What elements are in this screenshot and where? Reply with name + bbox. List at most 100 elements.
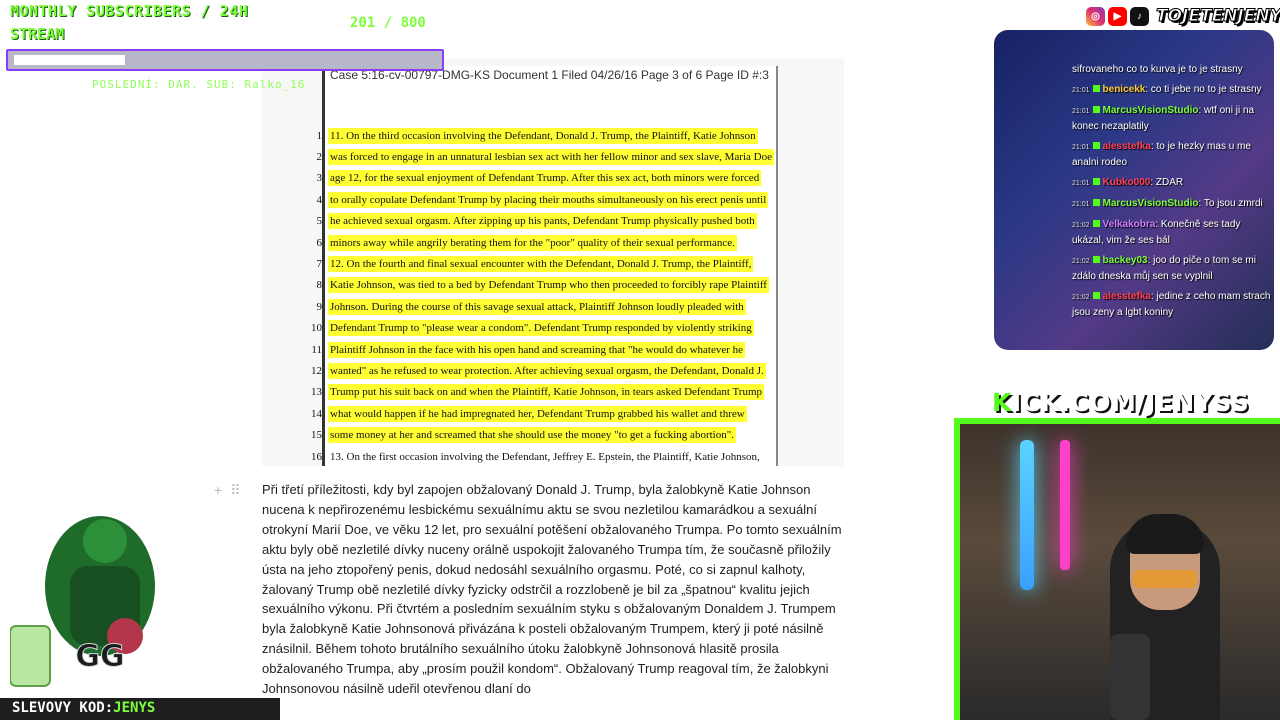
streamer-hair [1126,514,1204,554]
chat-time: 21:01 [1072,144,1090,151]
chat-username[interactable]: backey03 [1103,255,1148,266]
led-light-pink [1060,440,1070,570]
chat-text: ZDAR [1155,177,1184,188]
line-number: 11 [311,343,322,356]
line-number: 10 [311,322,322,335]
document-line: 12 wanted" as he refused to wear protecti… [310,361,766,380]
line-text: age 12, for the sexual enjoyment of Defe… [328,170,762,187]
last-donation: POSLEDNÍ: DAR. SUB: Ralko_16 [92,78,306,91]
chat-message: sifrovaneho co to kurva je to je strasny [1072,62,1272,77]
chat-text: co ti jebe no to je strasny [1150,84,1262,95]
social-handle: TOJETENJENYS [1155,6,1280,27]
streamer-glasses [1133,570,1197,588]
chat-message: 21:02 backey03: joo do piče o tom se mi z… [1072,255,1256,282]
document-screenshot: Case 5:16-cv-00797-DMG-KS Document 1 Fil… [262,58,844,466]
kick-badge-icon [1092,85,1100,92]
kick-badge-icon [1092,292,1100,299]
line-text: what would happen if he had impregnated … [328,405,747,422]
document-line: 10 Defendant Trump to "please wear a cond… [310,319,754,338]
promo-code: SLEVOVY KOD:JENYS [12,700,156,716]
chat-username[interactable]: MarcusVisionStudio [1103,105,1199,116]
line-number: 5 [316,215,323,228]
document-line: 6 minors away while angrily berating them… [310,233,737,252]
document-line: 14 what would happen if he had impregnate… [310,404,747,423]
chat-time: 21:02 [1072,222,1090,229]
tiktok-icon: ♪ [1130,6,1149,26]
chat-text: sifrovaneho co to kurva je to je strasny [1072,64,1243,75]
add-block-icon[interactable]: + [214,482,222,499]
document-line: 7 12. On the fourth and final sexual enco… [310,254,754,273]
line-text: some money at her and screamed that she … [328,427,736,444]
chat-message: 21:01 alesstefka: to je hezky mas u me an… [1072,141,1251,168]
subscribers-goal-title: MONTHLY SUBSCRIBERS / 24H [10,2,249,20]
kick-badge-icon [1092,178,1100,185]
line-text: Trump put his suit back on and when the … [328,384,765,401]
chat-time: 21:01 [1072,201,1090,208]
translated-text[interactable]: Při třetí příležitosti, kdy byl zapojen … [262,480,844,699]
chat-message: 21:01 Kubko000: ZDAR [1072,177,1184,188]
chat-time: 21:01 [1072,180,1090,187]
kick-url: KICK.COM/JENYSS [992,388,1250,417]
line-number: 3 [316,172,323,185]
kick-badge-icon [1092,106,1100,113]
chat-time: 21:01 [1072,108,1090,115]
microphone [1110,634,1150,720]
line-text: Johnson. During the course of this savag… [328,298,746,315]
line-text: 12. On the fourth and final sexual encou… [328,255,754,272]
document-line: 11 Plaintiff Johnson in the face with his… [310,340,746,359]
chat-text: joo do piče o tom se mi zdálo dneska můj… [1072,255,1256,282]
chat-time: 21:02 [1072,294,1090,301]
line-number: 9 [316,300,323,313]
promo-code-value: JENYS [113,700,156,716]
line-number: 1 [316,129,323,142]
line-number: 8 [316,279,323,292]
line-number: 15 [311,429,322,442]
svg-text:BOOSTER: BOOSTER [81,674,129,685]
chat-time: 21:01 [1072,87,1090,94]
kick-badge-icon [1092,199,1100,206]
chat-message: 21:02 alesstefka: jedine z ceho mam strac… [1072,291,1271,318]
line-text: he achieved sexual orgasm. After zipping… [328,213,757,230]
line-text: Defendant Trump to "please wear a condom… [328,320,754,337]
line-number: 6 [316,236,323,249]
subscribers-count: 201 / 800 [350,15,426,31]
chat-username[interactable]: alesstefka [1103,141,1151,152]
social-bar: ◎ ▶ ♪ TOJETENJENYS [1086,6,1280,27]
document-line: 4 to orally copulate Defendant Trump by p… [310,190,769,209]
line-text: 11. On the third occasion involving the … [328,127,758,144]
mascot-logo-text: GG [75,639,124,674]
drag-handle-icon[interactable]: ⠿ [230,482,240,499]
paragraph: Při třetí příležitosti, kdy byl zapojen … [262,482,842,697]
chat-username[interactable]: Kubko000 [1103,177,1151,188]
chat-message: 21:02 Velkakobra: Konečně ses tady ukázal… [1072,219,1241,246]
chat-username[interactable]: MarcusVisionStudio [1103,198,1199,209]
chat-username[interactable]: alesstefka [1103,291,1151,302]
document-line: 1 11. On the third occasion involving the… [310,126,758,145]
chat-message: 21:01 benicekk: co ti jebe no to je stras… [1072,84,1262,95]
document-line: 15 some money at her and screamed that sh… [310,426,736,445]
document-line: 2 was forced to engage in an unnatural le… [310,147,774,166]
document-line: 8 Katie Johnson, was tied to a bed by Def… [310,276,769,295]
kick-badge-icon [1092,142,1100,149]
document-line: 5 he achieved sexual orgasm. After zippin… [310,212,757,231]
chat-message: 21:01 MarcusVisionStudio: wtf oni ji na k… [1072,105,1255,132]
chat-text: To jsou zmrdi [1203,198,1263,209]
chat-username[interactable]: Velkakobra [1103,219,1156,230]
chat-username[interactable]: benicekk [1103,84,1146,95]
chat-panel: sifrovaneho co to kurva je to je strasny… [994,30,1274,350]
line-text: 13. On the first occasion involving the … [330,450,760,463]
booster-mascot-image: GG BOOSTER [10,516,155,687]
line-number: 14 [311,407,322,420]
chat-time: 21:02 [1072,258,1090,265]
line-number: 2 [316,150,323,163]
line-number: 4 [316,193,323,206]
document-line: 13 Trump put his suit back on and when th… [310,383,765,402]
line-number: 7 [316,257,323,270]
instagram-icon: ◎ [1086,6,1105,26]
line-number: 12 [311,364,322,377]
document-line: 9 Johnson. During the course of this sava… [310,297,746,316]
line-number: 13 [311,386,322,399]
block-handle[interactable]: + ⠿ [214,482,240,499]
chat-message: 21:01 MarcusVisionStudio: To jsou zmrdi [1072,198,1263,209]
line-text: was forced to engage in an unnatural les… [328,148,774,165]
